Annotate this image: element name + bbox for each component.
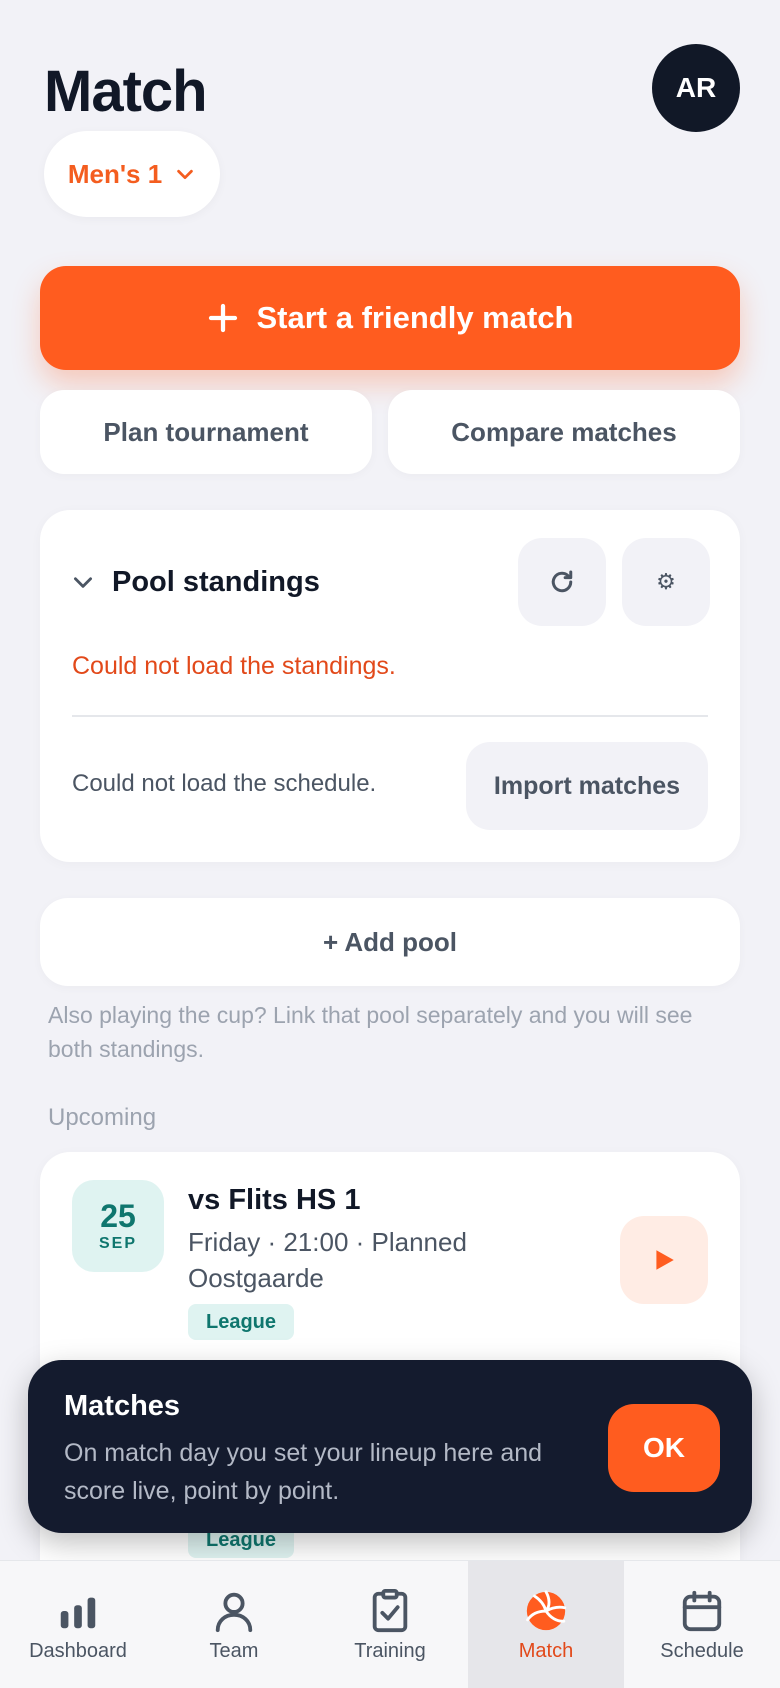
chevron-down-icon[interactable] [70,569,96,595]
league-tag: League [188,1304,295,1340]
gear-icon: ⚙ [656,569,676,594]
match-day: 25 [100,1198,136,1234]
import-matches-button[interactable]: Import matches [466,742,708,830]
match-month: SEP [98,1235,137,1252]
nav-item-match[interactable]: Match [468,1561,624,1688]
calendar-icon [682,1590,722,1631]
nav-item-team[interactable]: Team [156,1561,312,1688]
standings-error-message: Could not load the standings. [72,652,396,680]
match-location: Oostgaarde [188,1263,324,1293]
nav-item-schedule[interactable]: Schedule [624,1561,780,1688]
add-pool-hint: Also playing the cup? Link that pool sep… [48,1002,693,1062]
upcoming-section-label: Upcoming [48,1104,157,1131]
refresh-button[interactable] [518,538,606,626]
nav-label: Match [518,1639,574,1662]
person-icon [215,1592,253,1632]
pool-standings-title: Pool standings [112,565,320,598]
chevron-down-icon [177,169,193,180]
start-friendly-match-label: Start a friendly match [256,300,574,335]
schedule-error-message: Could not load the schedule. [72,770,377,797]
bottom-navigation: Dashboard Team Training Match Schedule [0,1560,780,1688]
match-screen: Match AR Men's 1 Start a friendly match … [0,0,780,1688]
toast-body: On match day you set your lineup here an… [64,1439,543,1505]
nav-label: Dashboard [29,1639,127,1662]
date-badge: 25 SEP [72,1180,164,1272]
start-friendly-match-button[interactable]: Start a friendly match [40,266,740,370]
nav-item-dashboard[interactable]: Dashboard [0,1561,156,1688]
plus-icon [208,303,237,333]
volleyball-icon [526,1589,567,1630]
match-meta: Friday · 21:00 · Planned Oostgaarde [188,1224,467,1296]
plan-tournament-button[interactable]: Plan tournament [40,390,372,474]
add-pool-button[interactable]: + Add pool [40,898,740,986]
bar-chart-icon [60,1597,96,1628]
divider [72,715,708,717]
play-icon [656,1250,674,1270]
clipboard-check-icon [372,1588,408,1632]
team-selector[interactable]: Men's 1 [44,131,220,217]
match-time: Friday · 21:00 · Planned [188,1227,467,1257]
nav-label: Team [209,1639,259,1662]
nav-label: Training [354,1639,426,1662]
refresh-icon [551,570,573,593]
nav-item-training[interactable]: Training [312,1561,468,1688]
page-title: Match [44,59,208,124]
pool-standings-header[interactable]: Pool standings ⚙ [70,538,710,626]
compare-matches-button[interactable]: Compare matches [388,390,740,474]
matches-intro-toast: Matches On match day you set your lineup… [28,1360,752,1533]
nav-label: Schedule [660,1639,744,1662]
match-opponent[interactable]: vs Flits HS 1 [188,1184,360,1217]
toast-title: Matches [64,1390,181,1422]
avatar[interactable]: AR [652,44,740,132]
team-selector-label: Men's 1 [67,158,163,189]
toast-ok-button[interactable]: OK [608,1404,720,1492]
start-match-button[interactable] [620,1216,708,1304]
pool-settings-button[interactable]: ⚙ [622,538,710,626]
pool-standings-card: Pool standings ⚙ Could not load the stan… [40,510,740,862]
